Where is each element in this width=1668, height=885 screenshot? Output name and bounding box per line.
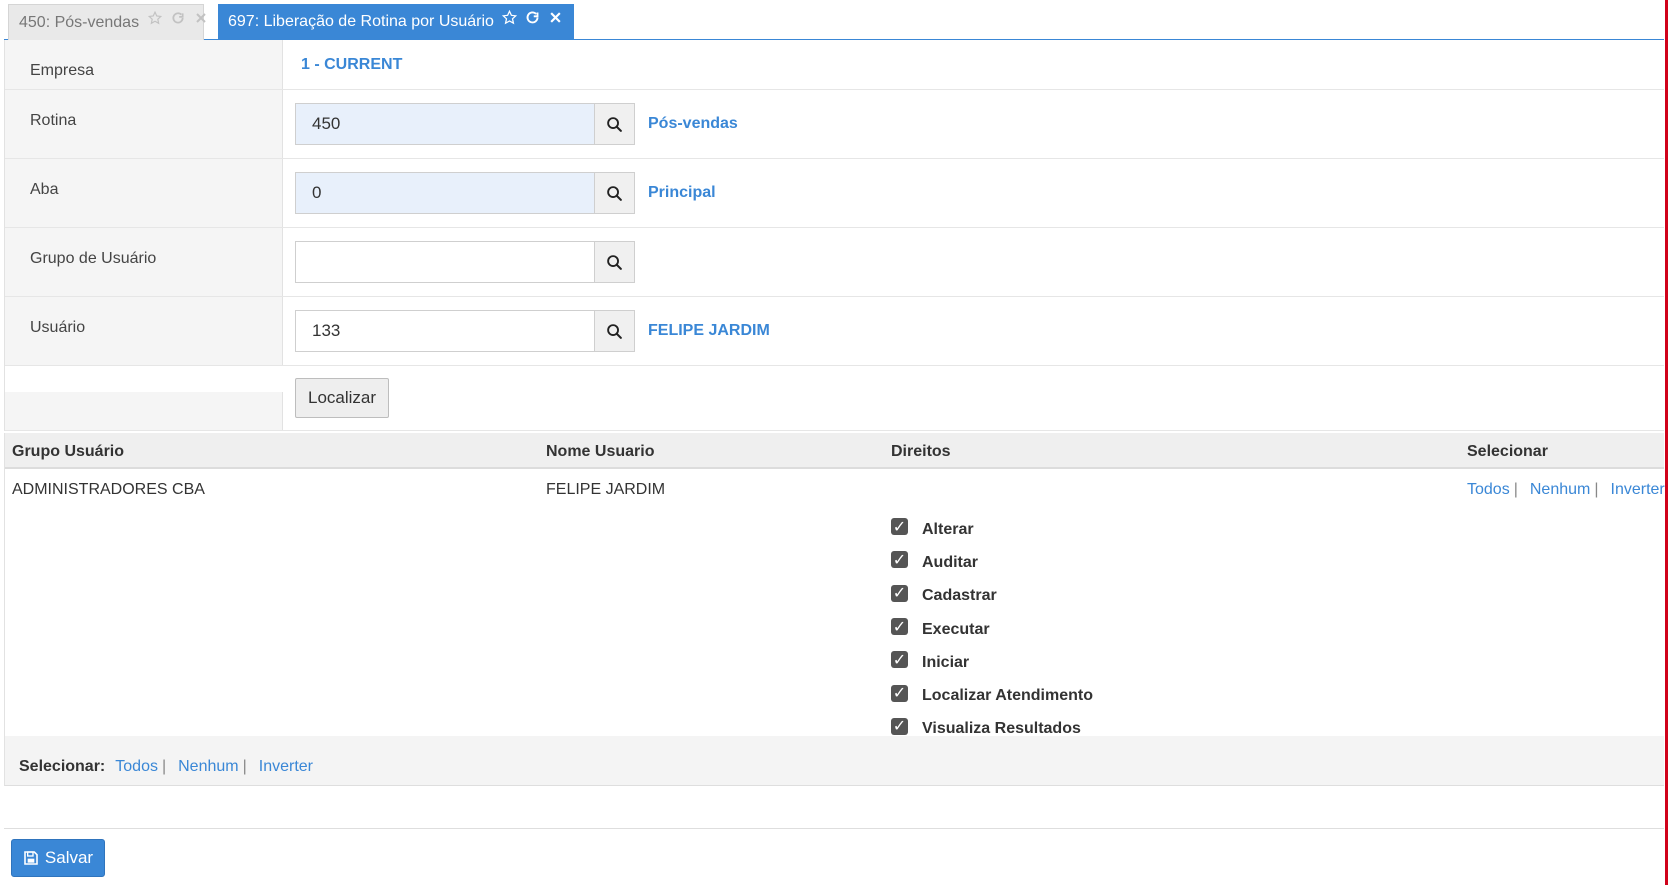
aba-label: Aba xyxy=(5,159,283,227)
bulk-select-bar: Selecionar: Todos | Nenhum | Inverter xyxy=(4,736,1664,786)
star-icon[interactable] xyxy=(502,9,518,25)
aba-row: Aba Principal xyxy=(5,159,1664,228)
rotina-description[interactable]: Pós-vendas xyxy=(648,115,738,133)
search-icon xyxy=(607,254,622,270)
rotina-label: Rotina xyxy=(5,90,283,158)
bulk-select-none-link[interactable]: Nenhum xyxy=(178,758,238,776)
empresa-label: Empresa xyxy=(5,40,283,89)
row-grupo-usuario: ADMINISTRADORES CBA xyxy=(12,481,205,498)
bulk-select-label: Selecionar: xyxy=(19,758,106,775)
checkbox-checked-icon[interactable]: ✓ xyxy=(891,684,908,702)
header-selecionar: Selecionar xyxy=(1467,443,1548,460)
empresa-row: Empresa 1 - CURRENT xyxy=(5,40,1664,90)
rotina-row: Rotina Pós-vendas xyxy=(5,90,1664,159)
tab-liberacao-rotina[interactable]: 697: Liberação de Rotina por Usuário xyxy=(218,4,574,40)
tab-bar: 450: Pós-vendas 697: Liberação de Rotina… xyxy=(4,0,1664,40)
save-button[interactable]: Salvar xyxy=(11,839,105,877)
row-select-links: Todos | Nenhum | Inverter xyxy=(1467,481,1665,499)
aba-search-button[interactable] xyxy=(594,172,635,214)
aba-input[interactable] xyxy=(295,172,595,214)
aba-description[interactable]: Principal xyxy=(648,184,716,202)
checkbox-checked-icon[interactable]: ✓ xyxy=(891,651,908,669)
usuario-input[interactable] xyxy=(295,310,595,352)
right-cadastrar[interactable]: ✓ Cadastrar xyxy=(891,580,1093,613)
checkbox-checked-icon[interactable]: ✓ xyxy=(891,551,908,569)
tab-label: 697: Liberação de Rotina por Usuário xyxy=(228,13,494,30)
header-direitos: Direitos xyxy=(891,443,951,460)
bulk-select-invert-link[interactable]: Inverter xyxy=(259,758,313,776)
action-bar: Salvar xyxy=(4,828,1664,885)
floppy-disk-icon xyxy=(24,851,38,865)
right-executar[interactable]: ✓ Executar xyxy=(891,613,1093,646)
select-invert-link[interactable]: Inverter xyxy=(1611,481,1665,499)
checkbox-checked-icon[interactable]: ✓ xyxy=(891,618,908,636)
grupo-row: Grupo de Usuário xyxy=(5,228,1664,297)
usuario-search-button[interactable] xyxy=(594,310,635,352)
close-icon[interactable] xyxy=(548,9,564,25)
localizar-row: Localizar xyxy=(5,366,1664,431)
filter-form: Empresa 1 - CURRENT Rotina Pós-vendas Ab… xyxy=(4,40,1664,431)
rights-list: ✓ Alterar ✓ Auditar ✓ Cadastrar ✓ Execut… xyxy=(891,513,1093,746)
empresa-value[interactable]: 1 - CURRENT xyxy=(301,56,402,74)
grupo-search-button[interactable] xyxy=(594,241,635,283)
right-localizar-atendimento[interactable]: ✓ Localizar Atendimento xyxy=(891,679,1093,712)
rotina-search-button[interactable] xyxy=(594,103,635,145)
table-header: Grupo Usuário Nome Usuario Direitos Sele… xyxy=(5,433,1664,469)
checkbox-checked-icon[interactable]: ✓ xyxy=(891,584,908,602)
star-icon[interactable] xyxy=(147,10,163,26)
table-row: ADMINISTRADORES CBA FELIPE JARDIM ✓ Alte… xyxy=(5,469,1665,739)
bulk-select-all-link[interactable]: Todos xyxy=(115,758,158,776)
rotina-input[interactable] xyxy=(295,103,595,145)
search-icon xyxy=(607,116,622,132)
grupo-input[interactable] xyxy=(295,241,595,283)
checkbox-checked-icon[interactable]: ✓ xyxy=(891,518,908,536)
search-icon xyxy=(607,185,622,201)
row-nome-usuario: FELIPE JARDIM xyxy=(546,481,666,498)
header-nome-usuario: Nome Usuario xyxy=(546,443,655,460)
right-iniciar[interactable]: ✓ Iniciar xyxy=(891,646,1093,679)
usuario-row: Usuário FELIPE JARDIM xyxy=(5,297,1664,366)
results-table: Grupo Usuário Nome Usuario Direitos Sele… xyxy=(4,433,1665,739)
tab-label: 450: Pós-vendas xyxy=(19,13,140,31)
save-label: Salvar xyxy=(44,848,94,867)
refresh-icon[interactable] xyxy=(170,10,186,26)
right-alterar[interactable]: ✓ Alterar xyxy=(891,513,1093,546)
checkbox-checked-icon[interactable]: ✓ xyxy=(891,717,908,735)
tab-pos-vendas[interactable]: 450: Pós-vendas xyxy=(8,4,206,40)
close-icon[interactable] xyxy=(193,10,209,26)
usuario-label: Usuário xyxy=(5,297,283,365)
refresh-icon[interactable] xyxy=(525,9,541,25)
right-auditar[interactable]: ✓ Auditar xyxy=(891,546,1093,579)
localizar-button[interactable]: Localizar xyxy=(295,378,390,418)
search-icon xyxy=(607,323,622,339)
grupo-label: Grupo de Usuário xyxy=(5,228,283,296)
select-all-link[interactable]: Todos xyxy=(1467,481,1510,499)
usuario-description[interactable]: FELIPE JARDIM xyxy=(648,322,770,340)
header-grupo-usuario: Grupo Usuário xyxy=(12,443,125,460)
select-none-link[interactable]: Nenhum xyxy=(1530,481,1590,499)
